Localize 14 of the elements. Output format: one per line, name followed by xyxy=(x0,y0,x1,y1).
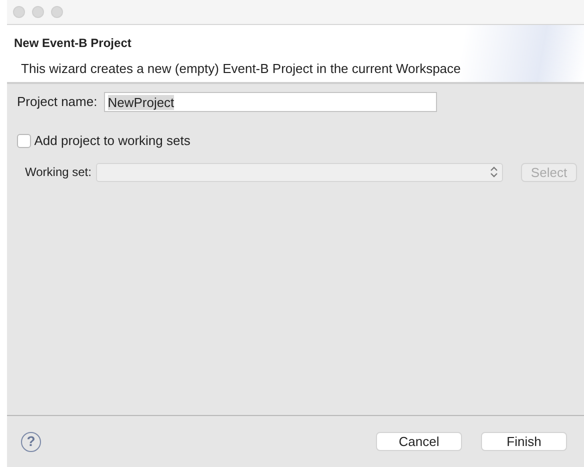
stepper-icon xyxy=(490,166,498,178)
working-sets-checkbox[interactable] xyxy=(17,134,31,148)
window-control-button[interactable] xyxy=(32,6,44,18)
project-name-field[interactable]: NewProject xyxy=(104,92,437,112)
wizard-description: This wizard creates a new (empty) Event-B Project in the current Workspace xyxy=(20,60,462,78)
help-icon[interactable]: ? xyxy=(21,432,41,452)
working-set-label: Working set: xyxy=(25,164,92,181)
dialog-button[interactable]: Cancel xyxy=(376,432,462,451)
window-control-button[interactable] xyxy=(13,6,25,18)
working-sets-label: Add project to working sets xyxy=(34,132,190,150)
window-control-button[interactable] xyxy=(51,6,63,18)
wizard-title: New Event-B Project xyxy=(14,35,132,52)
project-name-label: Project name: xyxy=(17,93,98,112)
dialog-button[interactable]: Finish xyxy=(481,432,567,451)
